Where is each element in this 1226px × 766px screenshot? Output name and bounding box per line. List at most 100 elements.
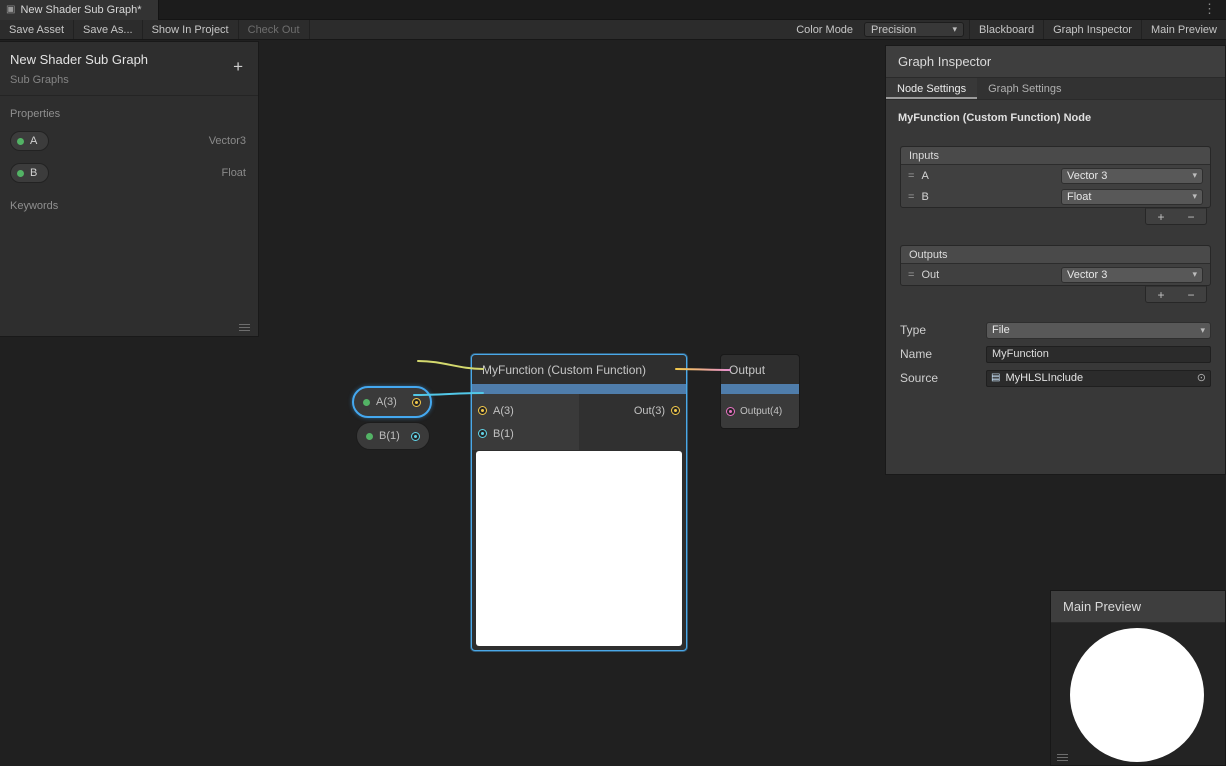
inputs-section: Inputs = A Vector 3 ▾ = B Float ▾ [900, 146, 1211, 208]
toolbar-right-group: Color Mode Precision ▾ Blackboard Graph … [790, 20, 1226, 39]
preview-sphere [1070, 628, 1204, 762]
inspector-title: Graph Inspector [886, 46, 1225, 78]
property-node-a[interactable]: A(3) [352, 386, 432, 418]
exposed-dot-icon [17, 170, 24, 177]
output-port-label: Out(3) [634, 405, 665, 417]
source-label: Source [900, 371, 986, 385]
tab-title: New Shader Sub Graph* [20, 4, 141, 16]
name-label: Name [900, 347, 986, 361]
exposed-dot-icon [366, 433, 373, 440]
drag-handle-icon[interactable]: = [908, 170, 914, 182]
add-input-button[interactable]: + [1151, 211, 1170, 223]
color-mode-value: Precision [871, 24, 916, 36]
drag-handle-icon[interactable]: = [908, 269, 914, 281]
chevron-down-icon: ▾ [953, 25, 958, 34]
preview-canvas[interactable] [1051, 623, 1225, 765]
function-name-input[interactable] [986, 346, 1211, 363]
outputs-section-title: Outputs [901, 246, 1210, 264]
save-asset-button[interactable]: Save Asset [0, 20, 74, 39]
input-port-a[interactable] [478, 406, 487, 415]
output-port-out[interactable] [671, 406, 680, 415]
myfunction-node[interactable]: MyFunction (Custom Function) A(3) B(1) O… [471, 354, 687, 651]
chevron-down-icon: ▾ [1192, 270, 1197, 279]
blackboard-subtitle: Sub Graphs [10, 74, 248, 86]
name-field-row: Name [900, 345, 1211, 363]
node-port-area: A(3) B(1) Out(3) [472, 394, 686, 450]
graph-toolbar: Save Asset Save As... Show In Project Ch… [0, 20, 1226, 40]
input-row: = A Vector 3 ▾ [901, 165, 1210, 186]
output-port-row: Out(3) [579, 399, 686, 422]
output-row: = Out Vector 3 ▾ [901, 264, 1210, 285]
window-tabbar: ▣ New Shader Sub Graph* ⋮ [0, 0, 1226, 20]
add-output-button[interactable]: + [1151, 289, 1170, 301]
node-outputs-column: Out(3) [579, 394, 686, 450]
node-preview [476, 451, 682, 646]
property-node-label: A(3) [376, 396, 397, 408]
output-type-dropdown[interactable]: Vector 3 ▾ [1061, 267, 1203, 283]
input-port-output[interactable] [726, 407, 735, 416]
main-preview-toggle-button[interactable]: Main Preview [1141, 20, 1226, 39]
preview-resize-grip[interactable] [1057, 754, 1068, 761]
output-port-float[interactable] [411, 432, 420, 441]
function-fields: Type File ▾ Name Source ▤ MyHLSLInclude … [886, 321, 1225, 387]
inspector-tabs: Node Settings Graph Settings [886, 78, 1225, 100]
add-property-button[interactable]: + [228, 56, 248, 77]
object-picker-icon[interactable]: ⊙ [1197, 373, 1206, 384]
input-name: A [921, 170, 928, 182]
dropdown-value: Vector 3 [1067, 269, 1107, 281]
input-type-dropdown[interactable]: Vector 3 ▾ [1061, 168, 1203, 184]
check-out-button[interactable]: Check Out [239, 20, 310, 39]
source-object-field[interactable]: ▤ MyHLSLInclude ⊙ [986, 370, 1211, 387]
dropdown-value: Float [1067, 191, 1091, 203]
remove-input-button[interactable]: − [1181, 211, 1200, 223]
blackboard-toggle-button[interactable]: Blackboard [969, 20, 1043, 39]
remove-output-button[interactable]: − [1181, 289, 1200, 301]
save-as-button[interactable]: Save As... [74, 20, 143, 39]
type-label: Type [900, 323, 986, 337]
tab-graph-settings[interactable]: Graph Settings [977, 78, 1072, 99]
chevron-down-icon: ▾ [1200, 326, 1205, 335]
input-port-row: B(1) [472, 422, 579, 445]
graph-inspector-toggle-button[interactable]: Graph Inspector [1043, 20, 1141, 39]
selected-node-heading: MyFunction (Custom Function) Node [898, 112, 1213, 124]
input-type-dropdown[interactable]: Float ▾ [1061, 189, 1203, 205]
blackboard-resize-grip[interactable] [239, 324, 250, 331]
chevron-down-icon: ▾ [1192, 192, 1197, 201]
property-type: Float [222, 167, 246, 179]
input-port-label: A(3) [493, 405, 514, 417]
chevron-down-icon: ▾ [1192, 171, 1197, 180]
property-name: B [30, 167, 37, 179]
input-row: = B Float ▾ [901, 186, 1210, 207]
node-title: MyFunction (Custom Function) [472, 355, 686, 384]
keywords-section-label: Keywords [10, 200, 248, 212]
source-field-row: Source ▤ MyHLSLInclude ⊙ [900, 369, 1211, 387]
type-dropdown[interactable]: File ▾ [986, 322, 1211, 339]
tab-node-settings[interactable]: Node Settings [886, 78, 977, 99]
graph-inspector-panel: Graph Inspector Node Settings Graph Sett… [885, 45, 1226, 475]
node-accent-bar [472, 384, 686, 394]
input-port-label: Output(4) [740, 406, 782, 417]
inputs-section-title: Inputs [901, 147, 1210, 165]
output-name: Out [921, 269, 939, 281]
exposed-dot-icon [363, 399, 370, 406]
blackboard-property-a[interactable]: A [10, 131, 49, 151]
show-in-project-button[interactable]: Show In Project [143, 20, 239, 39]
dropdown-value: File [992, 324, 1010, 336]
blackboard-header: New Shader Sub Graph Sub Graphs + [0, 42, 258, 96]
exposed-dot-icon [17, 138, 24, 145]
color-mode-label: Color Mode [790, 20, 859, 39]
window-menu-icon[interactable]: ⋮ [1199, 1, 1220, 17]
property-node-b[interactable]: B(1) [356, 422, 430, 450]
input-port-b[interactable] [478, 429, 487, 438]
blackboard-property-b[interactable]: B [10, 163, 49, 183]
node-title: Output [721, 355, 799, 384]
drag-handle-icon[interactable]: = [908, 191, 914, 203]
color-mode-dropdown[interactable]: Precision ▾ [864, 22, 964, 37]
output-node[interactable]: Output Output(4) [720, 354, 800, 429]
property-node-label: B(1) [379, 430, 400, 442]
input-port-label: B(1) [493, 428, 514, 440]
asset-tab[interactable]: ▣ New Shader Sub Graph* [0, 0, 159, 20]
output-port-vector3[interactable] [412, 398, 421, 407]
outputs-list-controls: + − [1145, 286, 1207, 303]
property-type: Vector3 [209, 135, 246, 147]
